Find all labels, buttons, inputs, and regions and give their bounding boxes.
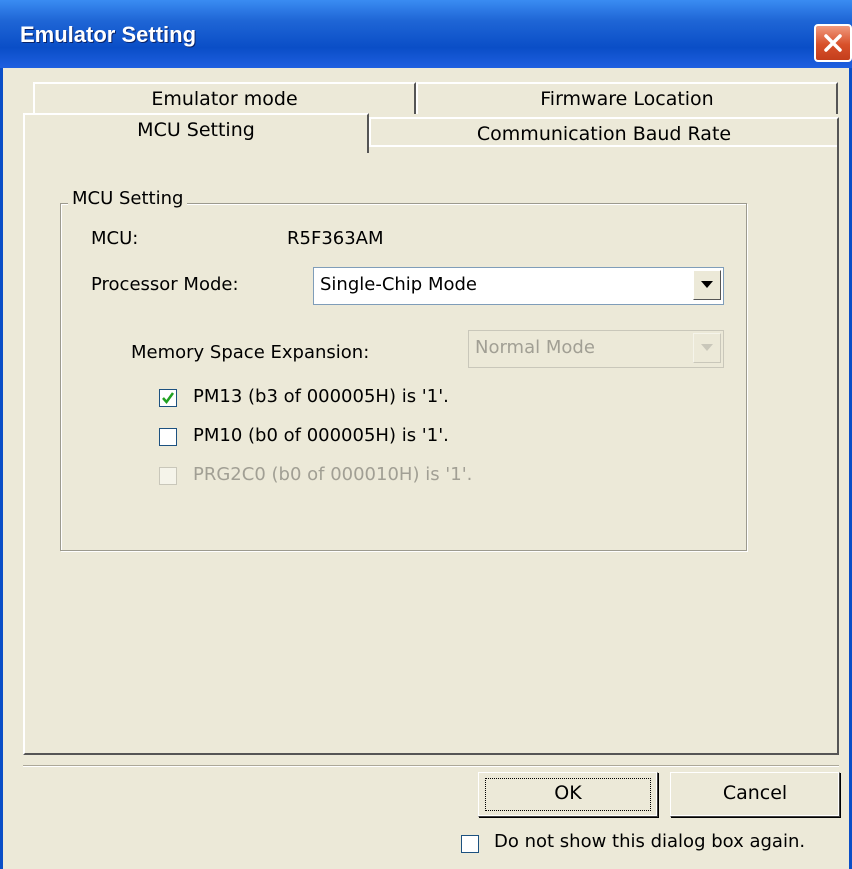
tab-label: Firmware Location — [540, 88, 714, 110]
memory-expansion-label: Memory Space Expansion: — [131, 342, 370, 363]
close-button[interactable] — [814, 24, 852, 62]
processor-mode-value: Single-Chip Mode — [320, 274, 477, 295]
pm10-label: PM10 (b0 of 000005H) is '1'. — [193, 425, 449, 446]
tab-firmware-location[interactable]: Firmware Location — [416, 82, 838, 114]
memory-expansion-value: Normal Mode — [475, 337, 595, 358]
memory-expansion-dropdown-button[interactable] — [693, 333, 721, 363]
tab-communication-baud-rate[interactable]: Communication Baud Rate — [369, 117, 839, 147]
ok-label: OK — [554, 782, 582, 804]
mcu-setting-group — [60, 203, 747, 551]
memory-expansion-select[interactable]: Normal Mode — [468, 330, 724, 368]
chevron-down-icon — [701, 281, 713, 288]
processor-mode-select[interactable]: Single-Chip Mode — [313, 267, 724, 305]
title-bar: Emulator Setting — [0, 0, 852, 68]
dont-show-again-label: Do not show this dialog box again. — [494, 831, 806, 852]
prg2c0-checkbox[interactable] — [159, 467, 177, 485]
close-icon — [824, 34, 842, 52]
window-title: Emulator Setting — [20, 22, 197, 47]
checkmark-icon — [162, 392, 175, 405]
pm13-label: PM13 (b3 of 000005H) is '1'. — [193, 386, 449, 407]
processor-mode-dropdown-button[interactable] — [693, 270, 721, 300]
mcu-label: MCU: — [91, 228, 139, 249]
cancel-button[interactable]: Cancel — [670, 772, 840, 817]
dont-show-again-checkbox[interactable] — [461, 835, 479, 853]
tab-emulator-mode[interactable]: Emulator mode — [33, 82, 416, 114]
tab-label: Emulator mode — [151, 88, 298, 110]
tab-label: MCU Setting — [137, 119, 255, 141]
ok-button[interactable]: OK — [478, 772, 658, 817]
pm10-checkbox[interactable] — [159, 428, 177, 446]
cancel-label: Cancel — [722, 782, 788, 804]
tab-label: Communication Baud Rate — [476, 123, 732, 145]
pm13-checkbox[interactable] — [159, 389, 177, 407]
footer-separator — [23, 765, 839, 767]
processor-mode-label: Processor Mode: — [91, 274, 239, 295]
tab-mcu-setting[interactable]: MCU Setting — [23, 113, 369, 153]
prg2c0-label: PRG2C0 (b0 of 000010H) is '1'. — [193, 464, 473, 485]
mcu-value: R5F363AM — [287, 228, 384, 249]
chevron-down-icon — [701, 344, 713, 351]
group-legend: MCU Setting — [68, 188, 188, 209]
